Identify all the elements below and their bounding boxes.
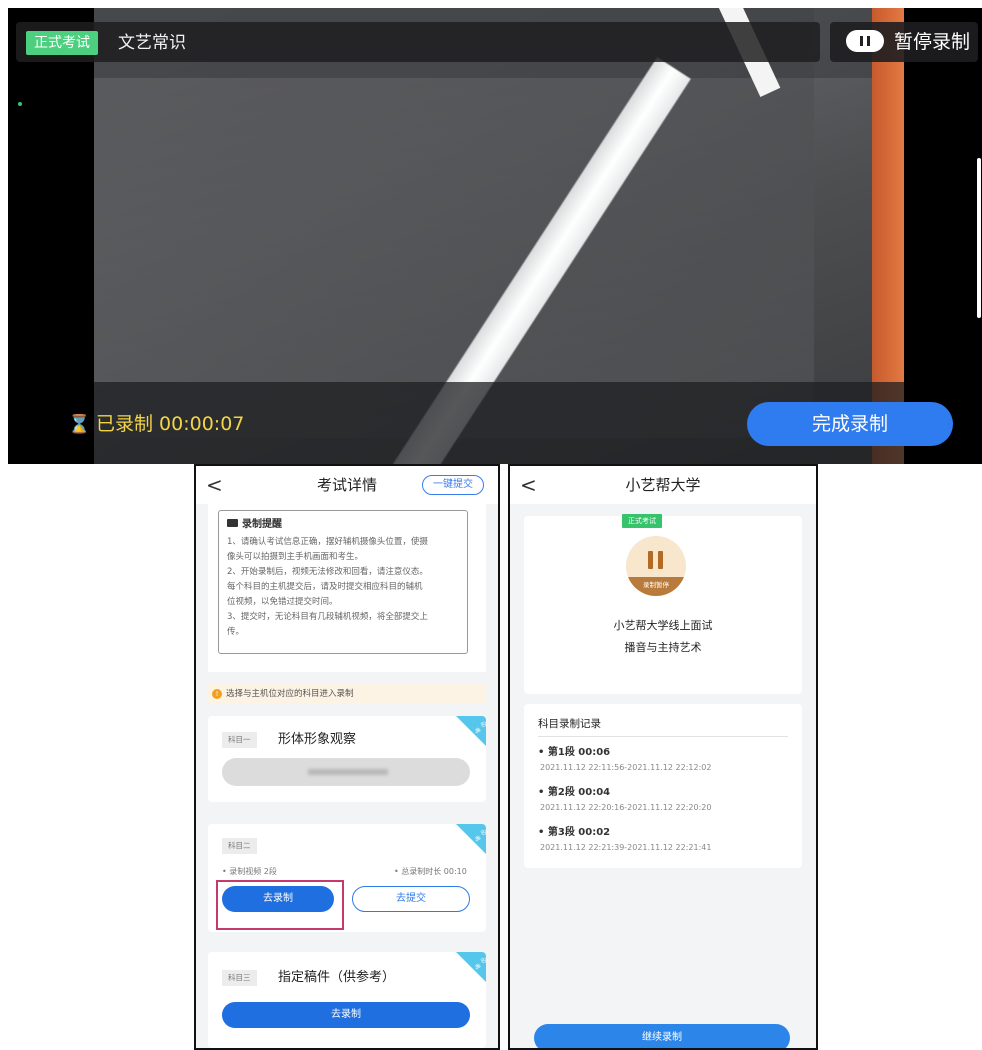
major-name: 播音与主持艺术 — [624, 641, 702, 654]
recorded-videos-count: • 录制视频 2段 — [222, 867, 277, 876]
highlight-box — [216, 880, 344, 930]
status-dot — [18, 102, 22, 106]
subject-name: 形体形象观察 — [278, 732, 357, 747]
warning-icon: ! — [212, 689, 222, 699]
segment-title: • 第1段 00:06 — [538, 747, 611, 758]
reminder-line: 传。 — [227, 627, 245, 637]
recorded-timer: 已录制 00:00:07 — [96, 413, 245, 435]
exam-type-badge: 正式考试 — [622, 514, 662, 528]
navbar: < 小艺帮大学 — [510, 466, 816, 504]
reminder-line: 1、请确认考试信息正确，摆好辅机摄像头位置，使摄 — [227, 537, 428, 547]
continue-recording-button[interactable]: 继续录制 — [534, 1024, 790, 1048]
go-submit-button[interactable]: 去提交 — [352, 886, 470, 912]
exam-type-badge: 正式考试 — [26, 31, 98, 55]
blurred-info-pill — [222, 758, 470, 786]
recording-reminder-card: 录制提醒 1、请确认考试信息正确，摆好辅机摄像头位置，使摄 像头可以拍摄到主手机… — [208, 504, 486, 672]
subject-tag: 科目一 — [222, 732, 257, 748]
tip-text: 选择与主机位对应的科目进入录制 — [226, 689, 354, 699]
page-title: 小艺帮大学 — [625, 476, 701, 494]
reminder-line: 每个科目的主机提交后，请及时提交相应科目的辅机 — [227, 582, 423, 592]
hourglass-icon: ⌛ — [68, 414, 91, 435]
divider — [538, 736, 788, 737]
segment-title: • 第2段 00:04 — [538, 787, 611, 798]
recording-screen: 正式考试 文艺常识 暂停录制 ⌛ 已录制 00:00:07 完成录制 — [8, 8, 982, 464]
pause-icon — [648, 551, 664, 569]
subject-tag: 科目二 — [222, 838, 257, 854]
reminder-line: 3、提交时，无论科目有几段辅机视频，将全部提交上 — [227, 612, 428, 622]
university-screen: < 小艺帮大学 正式考试 录制暂停 小艺帮大学线上面试 播音与主持艺术 科目录制… — [508, 464, 818, 1050]
reminder-line: 2、开始录制后，视频无法修改和回看，请注意仪态。 — [227, 567, 428, 577]
subject-card-3: 必考 科目三 指定稿件（供参考） 去录制 — [208, 952, 486, 1048]
go-record-button[interactable]: 去录制 — [222, 1002, 470, 1028]
recording-paused-indicator: 录制暂停 — [626, 536, 686, 596]
reminder-box: 录制提醒 1、请确认考试信息正确，摆好辅机摄像头位置，使摄 像头可以拍摄到主手机… — [218, 510, 468, 654]
navbar: < 考试详情 一键提交 — [196, 466, 498, 504]
subject-card-1[interactable]: 必考 科目一 形体形象观察 — [208, 716, 486, 802]
subject-name: 指定稿件（供参考） — [278, 970, 396, 985]
required-corner-badge: 必考 — [456, 952, 486, 982]
reminder-line: 位视频，以免错过提交时间。 — [227, 597, 338, 607]
subject-title: 文艺常识 — [118, 33, 186, 53]
required-corner-badge: 必考 — [456, 716, 486, 746]
composite-screenshot: 正式考试 文艺常识 暂停录制 ⌛ 已录制 00:00:07 完成录制 < 考试详… — [0, 0, 982, 1050]
side-handle[interactable] — [977, 158, 981, 318]
reminder-title: 录制提醒 — [242, 519, 282, 530]
paused-label: 录制暂停 — [643, 581, 669, 589]
total-duration: • 总录制时长 00:10 — [394, 867, 467, 876]
subject-tag: 科目三 — [222, 970, 257, 986]
one-click-submit-button[interactable]: 一键提交 — [422, 475, 484, 495]
exam-name: 小艺帮大学线上面试 — [613, 619, 713, 632]
camera-preview — [94, 8, 904, 464]
segment-time: 2021.11.12 22:20:16-2021.11.12 22:20:20 — [540, 803, 712, 812]
records-heading: 科目录制记录 — [538, 718, 601, 730]
segment-title: • 第3段 00:02 — [538, 827, 611, 838]
finish-recording-button[interactable]: 完成录制 — [747, 402, 953, 446]
segment-time: 2021.11.12 22:21:39-2021.11.12 22:21:41 — [540, 843, 712, 852]
segment-time: 2021.11.12 22:11:56-2021.11.12 22:12:02 — [540, 763, 712, 772]
reminder-text: 1、请确认考试信息正确，摆好辅机摄像头位置，使摄 像头可以拍摄到主手机画面和考生… — [227, 535, 459, 640]
pause-recording-label[interactable]: 暂停录制 — [894, 28, 970, 56]
video-camera-icon — [227, 519, 238, 527]
pause-icon[interactable] — [846, 30, 884, 52]
required-corner-badge: 必考 — [456, 824, 486, 854]
exam-detail-screen: < 考试详情 一键提交 录制提醒 1、请确认考试信息正确，摆好辅机摄像头位置，使… — [194, 464, 500, 1050]
reminder-line: 像头可以拍摄到主手机画面和考生。 — [227, 552, 364, 562]
tip-bar: ! 选择与主机位对应的科目进入录制 — [208, 684, 486, 704]
recording-records-card: 科目录制记录 • 第1段 00:06 2021.11.12 22:11:56-2… — [524, 704, 802, 868]
